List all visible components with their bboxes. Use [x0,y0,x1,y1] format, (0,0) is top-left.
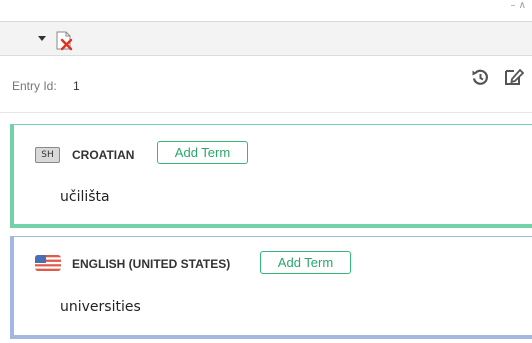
language-section-english: ENGLISH (UNITED STATES) Add Term univers… [10,236,532,339]
history-icon[interactable] [470,67,490,87]
window-controls-icon[interactable]: – ∧ [511,0,527,11]
language-section-croatian: SH CROATIAN Add Term učilišta [10,124,532,228]
language-name: ENGLISH (UNITED STATES) [72,257,231,271]
sh-flag-icon: SH [35,147,60,163]
term-text[interactable]: universities [60,299,141,315]
language-header: SH CROATIAN Add Term [14,125,532,165]
add-term-button[interactable]: Add Term [260,251,351,274]
entry-header: Entry Id: 1 [0,57,532,113]
language-name: CROATIAN [72,148,135,162]
language-header: ENGLISH (UNITED STATES) Add Term [14,237,532,277]
chevron-down-icon[interactable] [38,36,46,41]
edit-icon[interactable] [503,67,525,87]
toolbar [0,22,532,56]
term-text[interactable]: učilišta [60,189,110,205]
us-flag-icon [35,255,61,271]
add-term-button[interactable]: Add Term [157,141,248,164]
window-top-strip: – ∧ [0,0,532,22]
delete-document-icon[interactable] [55,31,73,51]
entry-id-label: Entry Id: [12,79,57,93]
entry-id-value: 1 [73,79,80,93]
